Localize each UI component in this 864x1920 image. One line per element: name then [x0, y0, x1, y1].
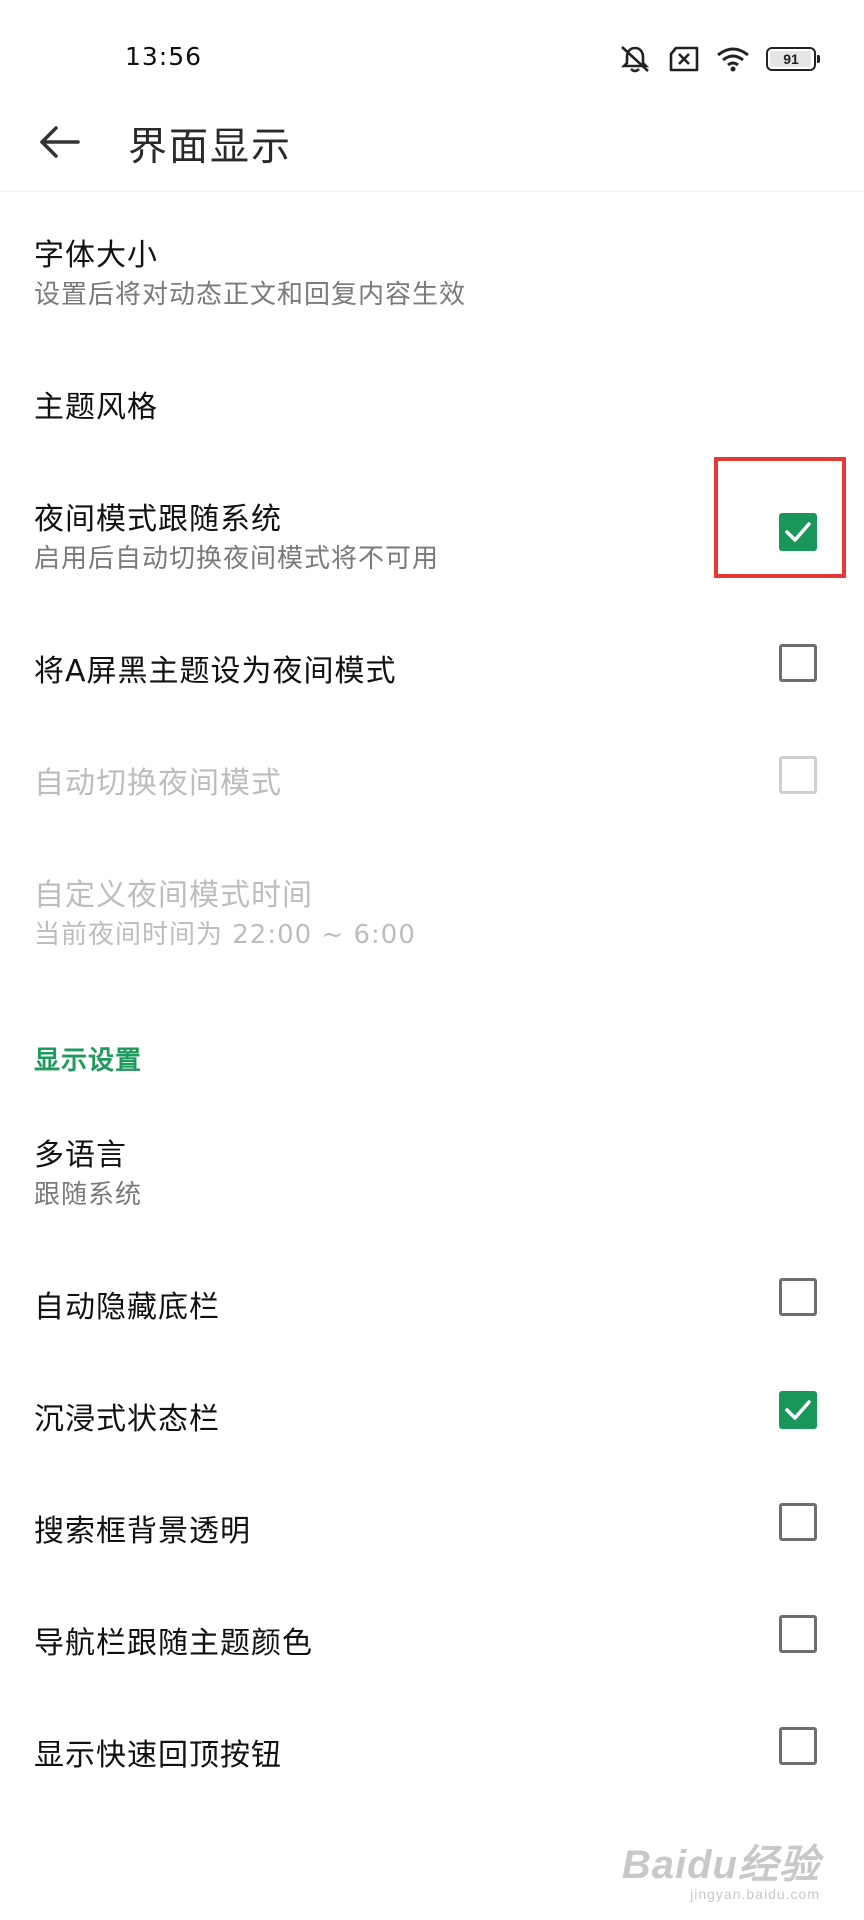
setting-auto-hide-bottom-bar[interactable]: 自动隐藏底栏 — [0, 1278, 864, 1338]
watermark: Baidu经验 jingyan.baidu.com — [622, 1832, 820, 1902]
a-screen-black-checkbox[interactable] — [779, 644, 817, 682]
immersive-status-bar-checkbox[interactable] — [779, 1391, 817, 1429]
setting-title: 自动隐藏底栏 — [34, 1290, 220, 1325]
back-arrow-icon — [40, 126, 80, 158]
app-bar: 界面显示 — [0, 110, 864, 192]
setting-subtitle: 跟随系统 — [34, 1180, 143, 1210]
setting-title: 主题风格 — [34, 390, 158, 425]
setting-title: 沉浸式状态栏 — [34, 1402, 220, 1437]
nav-bar-follow-theme-checkbox[interactable] — [779, 1615, 817, 1653]
setting-title: 自动切换夜间模式 — [34, 766, 282, 801]
status-icons: 91 — [618, 44, 820, 74]
setting-custom-night-time: 自定义夜间模式时间 当前夜间时间为 22:00 ~ 6:00 — [0, 866, 864, 956]
wifi-icon — [717, 47, 749, 72]
status-time: 13:56 — [125, 42, 203, 71]
setting-auto-night: 自动切换夜间模式 — [0, 754, 864, 814]
no-sim-icon — [669, 46, 699, 72]
show-back-to-top-checkbox[interactable] — [779, 1727, 817, 1765]
watermark-brand: Baidu经验 — [621, 1843, 820, 1887]
setting-title: 搜索框背景透明 — [34, 1514, 251, 1549]
setting-subtitle: 当前夜间时间为 22:00 ~ 6:00 — [34, 920, 416, 950]
setting-subtitle: 设置后将对动态正文和回复内容生效 — [34, 280, 467, 310]
section-header-display: 显示设置 — [34, 1046, 143, 1076]
setting-search-bg-transparent[interactable]: 搜索框背景透明 — [0, 1502, 864, 1562]
auto-hide-bottom-bar-checkbox[interactable] — [779, 1278, 817, 1316]
setting-title: 将A屏黑主题设为夜间模式 — [34, 654, 397, 689]
setting-title: 显示快速回顶按钮 — [34, 1738, 282, 1773]
setting-subtitle: 启用后自动切换夜间模式将不可用 — [34, 544, 440, 574]
setting-font-size[interactable]: 字体大小 设置后将对动态正文和回复内容生效 — [0, 226, 864, 316]
setting-immersive-status-bar[interactable]: 沉浸式状态栏 — [0, 1390, 864, 1450]
back-button[interactable] — [36, 118, 84, 166]
setting-show-back-to-top[interactable]: 显示快速回顶按钮 — [0, 1726, 864, 1786]
setting-title: 多语言 — [34, 1138, 127, 1173]
setting-language[interactable]: 多语言 跟随系统 — [0, 1126, 864, 1216]
setting-title: 自定义夜间模式时间 — [34, 878, 313, 913]
page-title: 界面显示 — [128, 125, 293, 170]
checkmark-icon — [785, 1400, 811, 1420]
setting-theme-style[interactable]: 主题风格 — [0, 378, 864, 438]
status-bar: 13:56 91 — [0, 0, 864, 110]
auto-night-checkbox — [779, 756, 817, 794]
setting-nav-bar-follow-theme[interactable]: 导航栏跟随主题颜色 — [0, 1614, 864, 1674]
search-bg-transparent-checkbox[interactable] — [779, 1503, 817, 1541]
setting-title: 字体大小 — [34, 238, 158, 273]
highlight-annotation — [714, 457, 846, 578]
setting-title: 导航栏跟随主题颜色 — [34, 1626, 313, 1661]
mute-bell-icon — [620, 46, 650, 73]
setting-a-screen-black[interactable]: 将A屏黑主题设为夜间模式 — [0, 642, 864, 702]
battery-level: 91 — [783, 51, 799, 67]
setting-title: 夜间模式跟随系统 — [34, 502, 282, 537]
battery-icon: 91 — [766, 47, 820, 71]
